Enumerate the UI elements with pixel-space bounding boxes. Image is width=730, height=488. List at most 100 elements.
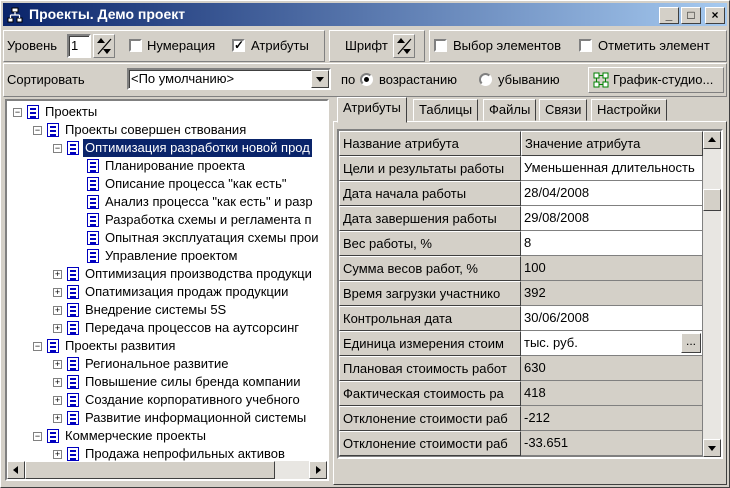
chevron-left-icon xyxy=(13,466,18,474)
spin-arrows-icon xyxy=(97,38,112,55)
chevron-down-icon xyxy=(708,446,716,451)
attribute-value-cell[interactable]: тыс. руб. xyxy=(521,331,703,356)
scroll-left-button[interactable] xyxy=(7,461,25,479)
tree-expander-icon[interactable]: − xyxy=(13,108,22,117)
attribute-value-cell[interactable]: 30/06/2008 xyxy=(521,306,703,331)
document-icon xyxy=(87,213,99,227)
document-icon xyxy=(67,285,79,299)
attribute-name-cell: Отклонение стоимости раб xyxy=(339,431,521,456)
tree-expander-icon[interactable]: + xyxy=(53,450,62,459)
document-icon xyxy=(67,357,79,371)
font-button[interactable] xyxy=(393,34,415,58)
attribute-name-cell: Отклонение стоимости раб xyxy=(339,406,521,431)
tab-3[interactable]: Связи xyxy=(539,99,588,121)
tree-item[interactable]: Описание процесса "как есть" xyxy=(103,175,289,193)
level-input[interactable]: 1 xyxy=(67,34,91,58)
tree-expander-icon[interactable]: + xyxy=(53,270,62,279)
sort-select[interactable]: <По умолчанию> xyxy=(127,68,331,90)
tree-expander-icon[interactable]: + xyxy=(53,414,62,423)
tree-item[interactable]: Управление проектом xyxy=(103,247,239,265)
tab-0[interactable]: Атрибуты xyxy=(337,97,407,123)
tree-item[interactable]: Региональное развитие xyxy=(83,355,230,373)
gantt-button[interactable]: График-студио... xyxy=(588,67,724,93)
tree-item[interactable]: Развитие информационной системы xyxy=(83,409,308,427)
tree-item[interactable]: Проекты развития xyxy=(63,337,177,355)
document-icon xyxy=(87,177,99,191)
grid-scroll-thumb[interactable] xyxy=(703,189,721,211)
mark-element-checkbox[interactable] xyxy=(579,39,592,52)
document-icon xyxy=(47,429,59,443)
tree-item[interactable]: Внедрение системы 5S xyxy=(83,301,228,319)
attribute-value-cell: -212 xyxy=(521,406,703,431)
document-icon xyxy=(67,375,79,389)
maximize-button[interactable]: □ xyxy=(681,7,701,24)
document-icon xyxy=(67,321,79,335)
tree-item[interactable]: Повышение силы бренда компании xyxy=(83,373,303,391)
attributes-grid[interactable]: Название атрибута Значение атрибута Цели и… xyxy=(337,129,723,459)
level-label: Уровень xyxy=(7,38,58,53)
grid-vscrollbar[interactable] xyxy=(703,131,721,457)
tree-item[interactable]: Разработка схемы и регламента п xyxy=(103,211,314,229)
project-tree[interactable]: − Проекты − Проекты совершен ствования − Опти… xyxy=(5,99,329,481)
tree-expander-icon[interactable]: − xyxy=(33,342,42,351)
tree-expander-icon[interactable]: + xyxy=(53,324,62,333)
tree-item[interactable]: Оптимизация разработки новой прод xyxy=(82,138,313,158)
tree-item[interactable]: Планирование проекта xyxy=(103,157,247,175)
attribute-value-cell: 392 xyxy=(521,281,703,306)
tree-item[interactable]: Опатимизация продаж продукции xyxy=(83,283,290,301)
attribute-value-cell[interactable]: 29/08/2008 xyxy=(521,206,703,231)
attribute-name-cell: Дата завершения работы xyxy=(339,206,521,231)
title-bar[interactable]: Проекты. Демо проект _ □ × xyxy=(3,3,727,26)
scroll-thumb[interactable] xyxy=(25,461,275,479)
tree-expander-icon[interactable]: − xyxy=(53,144,62,153)
attribute-value-cell[interactable]: 28/04/2008 xyxy=(521,181,703,206)
tab-1[interactable]: Таблицы xyxy=(413,99,479,121)
radio-dot-icon xyxy=(364,77,369,82)
document-icon xyxy=(47,123,59,137)
attribute-name-cell: Единица измерения стоим xyxy=(339,331,521,356)
descending-radio[interactable] xyxy=(479,73,492,86)
chevron-down-icon xyxy=(316,77,324,82)
tree-item[interactable]: Анализ процесса "как есть" и разр xyxy=(103,193,315,211)
tree-expander-icon[interactable]: + xyxy=(53,360,62,369)
select-elements-checkbox[interactable] xyxy=(434,39,447,52)
tree-expander-icon[interactable]: − xyxy=(33,126,42,135)
attribute-value-cell: 100 xyxy=(521,256,703,281)
tree-item[interactable]: Создание корпоративного учебного xyxy=(83,391,302,409)
document-icon xyxy=(47,339,59,353)
tree-expander-icon[interactable]: + xyxy=(53,306,62,315)
attribute-name-cell: Цели и результаты работы xyxy=(339,156,521,181)
level-spin-button[interactable] xyxy=(93,34,115,58)
tree-item[interactable]: Коммерческие проекты xyxy=(63,427,208,445)
tree-expander-icon[interactable]: + xyxy=(53,396,62,405)
scroll-right-button[interactable] xyxy=(309,461,327,479)
sort-select-value: <По умолчанию> xyxy=(131,71,235,86)
attribute-value-cell[interactable]: Уменьшенная длительность xyxy=(521,156,703,181)
tree-item[interactable]: Опытная эксплуатация схемы прои xyxy=(103,229,321,247)
tree-hscrollbar[interactable] xyxy=(7,461,327,479)
attribute-value-cell[interactable]: 8 xyxy=(521,231,703,256)
scroll-up-button[interactable] xyxy=(703,131,721,149)
tree-expander-icon[interactable]: − xyxy=(33,432,42,441)
minimize-button[interactable]: _ xyxy=(659,7,679,24)
attribute-name-cell: Сумма весов работ, % xyxy=(339,256,521,281)
document-icon xyxy=(87,231,99,245)
attribute-name-cell: Плановая стоимость работ xyxy=(339,356,521,381)
ellipsis-button[interactable]: ... xyxy=(681,333,701,353)
tree-item[interactable]: Проекты совершен ствования xyxy=(63,121,248,139)
sort-dropdown-button[interactable] xyxy=(311,70,329,88)
tree-item[interactable]: Передача процессов на аутсорсинг xyxy=(83,319,301,337)
tree-item[interactable]: Оптимизация производства продукци xyxy=(83,265,314,283)
attribute-name-cell: Время загрузки участнико xyxy=(339,281,521,306)
numbering-checkbox[interactable] xyxy=(129,39,142,52)
tab-2[interactable]: Файлы xyxy=(483,99,537,121)
close-button[interactable]: × xyxy=(705,7,725,24)
tree-expander-icon[interactable]: + xyxy=(53,378,62,387)
tree-item[interactable]: Проекты xyxy=(43,103,99,121)
tab-4[interactable]: Настройки xyxy=(591,99,667,121)
tree-expander-icon[interactable]: + xyxy=(53,288,62,297)
attributes-checkbox[interactable]: ✓ xyxy=(232,39,245,52)
attribute-name-cell: Дата начала работы xyxy=(339,181,521,206)
scroll-down-button[interactable] xyxy=(703,439,721,457)
ascending-radio[interactable] xyxy=(360,73,373,86)
